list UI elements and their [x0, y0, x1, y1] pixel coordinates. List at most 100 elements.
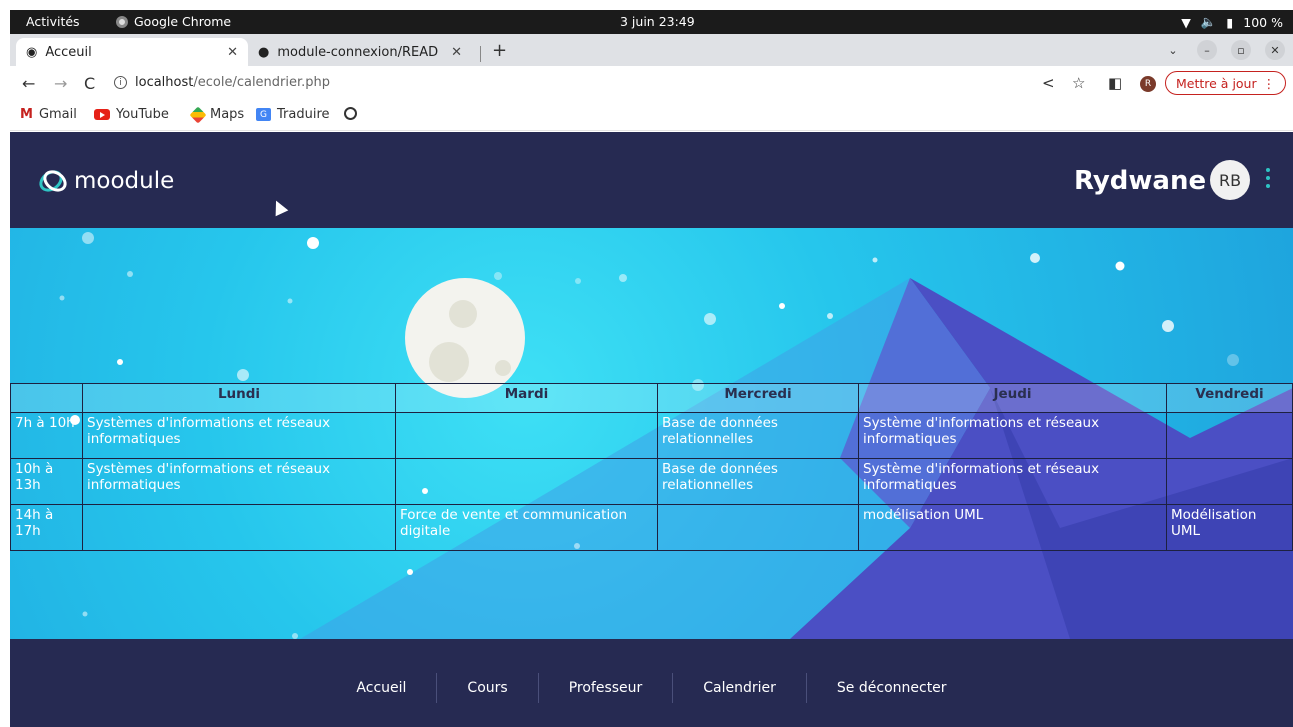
battery-level: 100 % [1243, 14, 1283, 30]
footer-link-accueil[interactable]: Accueil [326, 673, 436, 703]
time-slot: 10h à 13h [10, 458, 83, 505]
time-slot: 7h à 10h [10, 412, 83, 459]
moodule-logo-icon [39, 170, 67, 192]
tab-label: module-connexion/READ [277, 44, 439, 60]
column-header [10, 383, 83, 413]
bookmark-label: Traduire [277, 107, 330, 122]
column-header-vendredi: Vendredi [1166, 383, 1293, 413]
footer-link-logout[interactable]: Se déconnecter [805, 673, 977, 703]
youtube-icon [94, 109, 110, 120]
logo-text: moodule [74, 168, 175, 194]
update-label: Mettre à jour [1176, 75, 1257, 91]
new-tab-button[interactable]: + [492, 40, 507, 61]
app-name: Google Chrome [134, 14, 232, 29]
translate-icon: G [256, 108, 271, 121]
table-row: 7h à 10h Systèmes d'informations et rése… [10, 412, 1293, 459]
tab-separator [480, 46, 481, 62]
bookmark-gmail[interactable]: M Gmail [20, 107, 77, 122]
close-icon[interactable]: ✕ [227, 45, 238, 60]
close-icon[interactable]: ✕ [451, 45, 462, 60]
github-icon: ● [258, 44, 270, 60]
bookmarks-bar: M Gmail YouTube Maps G Traduire [10, 100, 1293, 131]
maps-icon [189, 106, 207, 123]
table-row: 14h à 17h Force de vente et communicatio… [10, 504, 1293, 551]
bookmark-label: Gmail [38, 107, 77, 122]
table-header-row: Lundi Mardi Mercredi Jeudi Vendredi [10, 383, 1293, 413]
table-cell: modélisation UML [858, 504, 1167, 551]
table-cell: Systèmes d'informations et réseaux infor… [82, 458, 396, 505]
url-field[interactable]: i localhost/ecole/calendrier.php [114, 75, 330, 90]
username: Rydwane [1074, 166, 1207, 196]
clock[interactable]: 3 juin 23:49 [620, 14, 695, 29]
table-cell [1166, 458, 1293, 505]
footer-nav: Accueil Cours Professeur Calendrier Se d… [10, 673, 1293, 703]
table-cell: Base de données relationnelles [657, 458, 859, 505]
tab-github[interactable]: ● module-connexion/READ ✕ [248, 38, 472, 66]
globe-icon [344, 107, 357, 120]
kebab-menu-icon: ⋮ [1262, 75, 1276, 91]
window-controls: ⌄ – ▫ ✕ [1163, 40, 1285, 60]
bookmark-maps[interactable]: Maps [189, 106, 245, 123]
info-icon[interactable]: i [114, 76, 127, 89]
table-cell [1166, 412, 1293, 459]
bookmark-globe[interactable] [344, 107, 357, 120]
url-host: localhost [135, 75, 194, 90]
time-slot: 14h à 17h [10, 504, 83, 551]
column-header-jeudi: Jeudi [858, 383, 1167, 413]
column-header-mardi: Mardi [395, 383, 658, 413]
bookmark-label: Maps [210, 107, 245, 122]
minimize-button[interactable]: – [1197, 40, 1217, 60]
reload-icon[interactable]: C [84, 74, 95, 93]
schedule-table: Lundi Mardi Mercredi Jeudi Vendredi 7h à… [10, 383, 1293, 551]
table-cell [395, 412, 658, 459]
table-cell: Base de données relationnelles [657, 412, 859, 459]
battery-icon: ▮ [1226, 14, 1234, 30]
table-row: 10h à 13h Systèmes d'informations et rés… [10, 458, 1293, 505]
update-button[interactable]: Mettre à jour ⋮ [1165, 71, 1287, 95]
table-cell: Systèmes d'informations et réseaux infor… [82, 412, 396, 459]
footer-link-cours[interactable]: Cours [436, 673, 537, 703]
tab-search-icon[interactable]: ⌄ [1163, 40, 1183, 60]
table-cell: Système d'informations et réseaux inform… [858, 458, 1167, 505]
site-header: moodule Rydwane RB [10, 132, 1293, 228]
bookmark-youtube[interactable]: YouTube [94, 107, 169, 122]
table-cell [395, 458, 658, 505]
gmail-icon: M [20, 107, 33, 122]
volume-icon: 🔈 [1200, 14, 1217, 29]
table-cell: Système d'informations et réseaux inform… [858, 412, 1167, 459]
chrome-icon [116, 15, 128, 28]
wifi-icon: ▼ [1181, 14, 1191, 30]
profile-avatar[interactable]: R [1140, 76, 1156, 92]
tab-acceuil[interactable]: ◉ Acceuil ✕ [16, 38, 248, 66]
bookmark-star-icon[interactable]: ☆ [1072, 74, 1085, 92]
forward-icon[interactable]: → [54, 74, 67, 93]
activities-button[interactable]: Activités [26, 14, 80, 29]
side-panel-icon[interactable]: ◧ [1108, 74, 1122, 92]
user-avatar[interactable]: RB [1210, 160, 1250, 200]
table-cell [657, 504, 859, 551]
column-header-mercredi: Mercredi [657, 383, 859, 413]
table-cell: Modélisation UML [1166, 504, 1293, 551]
site-footer: Accueil Cours Professeur Calendrier Se d… [10, 639, 1293, 727]
bookmark-translate[interactable]: G Traduire [256, 107, 330, 122]
address-bar-row: ← → C i localhost/ecole/calendrier.php <… [10, 66, 1293, 100]
app-menu[interactable]: Google Chrome [116, 14, 231, 29]
column-header-lundi: Lundi [82, 383, 396, 413]
system-tray[interactable]: ▼ 🔈 ▮ 100 % [1181, 14, 1283, 30]
share-icon[interactable]: < [1042, 74, 1055, 92]
tab-label: Acceuil [45, 44, 92, 60]
site-logo[interactable]: moodule [38, 166, 174, 196]
footer-link-calendrier[interactable]: Calendrier [672, 673, 806, 703]
tab-strip: ◉ Acceuil ✕ ● module-connexion/READ ✕ + … [10, 34, 1293, 66]
globe-icon: ◉ [26, 44, 38, 60]
user-menu-icon[interactable] [1266, 168, 1270, 188]
close-window-button[interactable]: ✕ [1265, 40, 1285, 60]
url-path: /ecole/calendrier.php [193, 75, 331, 90]
restore-button[interactable]: ▫ [1231, 40, 1251, 60]
table-cell: Force de vente et communication digitale [395, 504, 658, 551]
bookmark-label: YouTube [116, 107, 169, 122]
table-cell [82, 504, 396, 551]
footer-link-professeur[interactable]: Professeur [537, 673, 673, 703]
os-top-bar: Activités Google Chrome 3 juin 23:49 ▼ 🔈… [10, 10, 1293, 34]
back-icon[interactable]: ← [22, 74, 35, 93]
